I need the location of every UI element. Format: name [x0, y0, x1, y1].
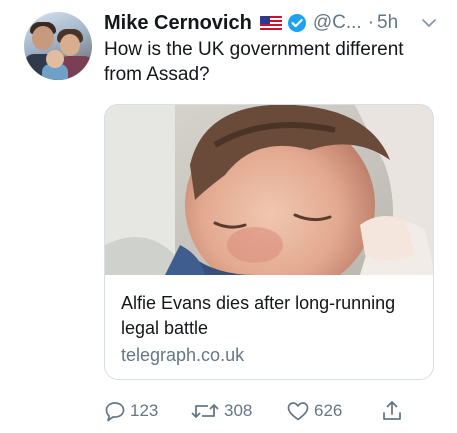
- reply-button[interactable]: 123: [104, 398, 158, 424]
- heart-icon: [286, 400, 310, 422]
- author-name[interactable]: Mike Cernovich: [104, 12, 252, 35]
- us-flag-icon: [259, 16, 282, 30]
- retweet-icon: [190, 400, 220, 422]
- like-button[interactable]: 626: [286, 398, 342, 424]
- share-button[interactable]: [380, 398, 404, 424]
- timestamp[interactable]: 5h: [377, 12, 398, 34]
- tweet-header: Mike Cernovich @C... · 5h: [104, 10, 441, 36]
- card-image: [105, 105, 433, 275]
- retweet-button[interactable]: 308: [190, 398, 252, 424]
- separator-dot: ·: [367, 12, 375, 33]
- author-handle[interactable]: @C...: [313, 12, 362, 34]
- author-avatar[interactable]: [24, 12, 92, 80]
- tweet-text: How is the UK government different from …: [104, 39, 404, 85]
- share-icon: [380, 399, 404, 423]
- reply-icon: [104, 400, 126, 422]
- retweet-count: 308: [224, 401, 253, 420]
- reply-count: 123: [130, 401, 159, 420]
- like-count: 626: [314, 401, 343, 420]
- tweet-actions: 123 308 626: [104, 398, 424, 424]
- link-card[interactable]: Alfie Evans dies after long-running lega…: [104, 104, 434, 380]
- verified-badge-icon: [287, 13, 307, 33]
- card-domain[interactable]: telegraph.co.uk: [121, 345, 244, 366]
- chevron-down-icon[interactable]: [419, 13, 439, 33]
- card-title[interactable]: Alfie Evans dies after long-running lega…: [121, 291, 421, 341]
